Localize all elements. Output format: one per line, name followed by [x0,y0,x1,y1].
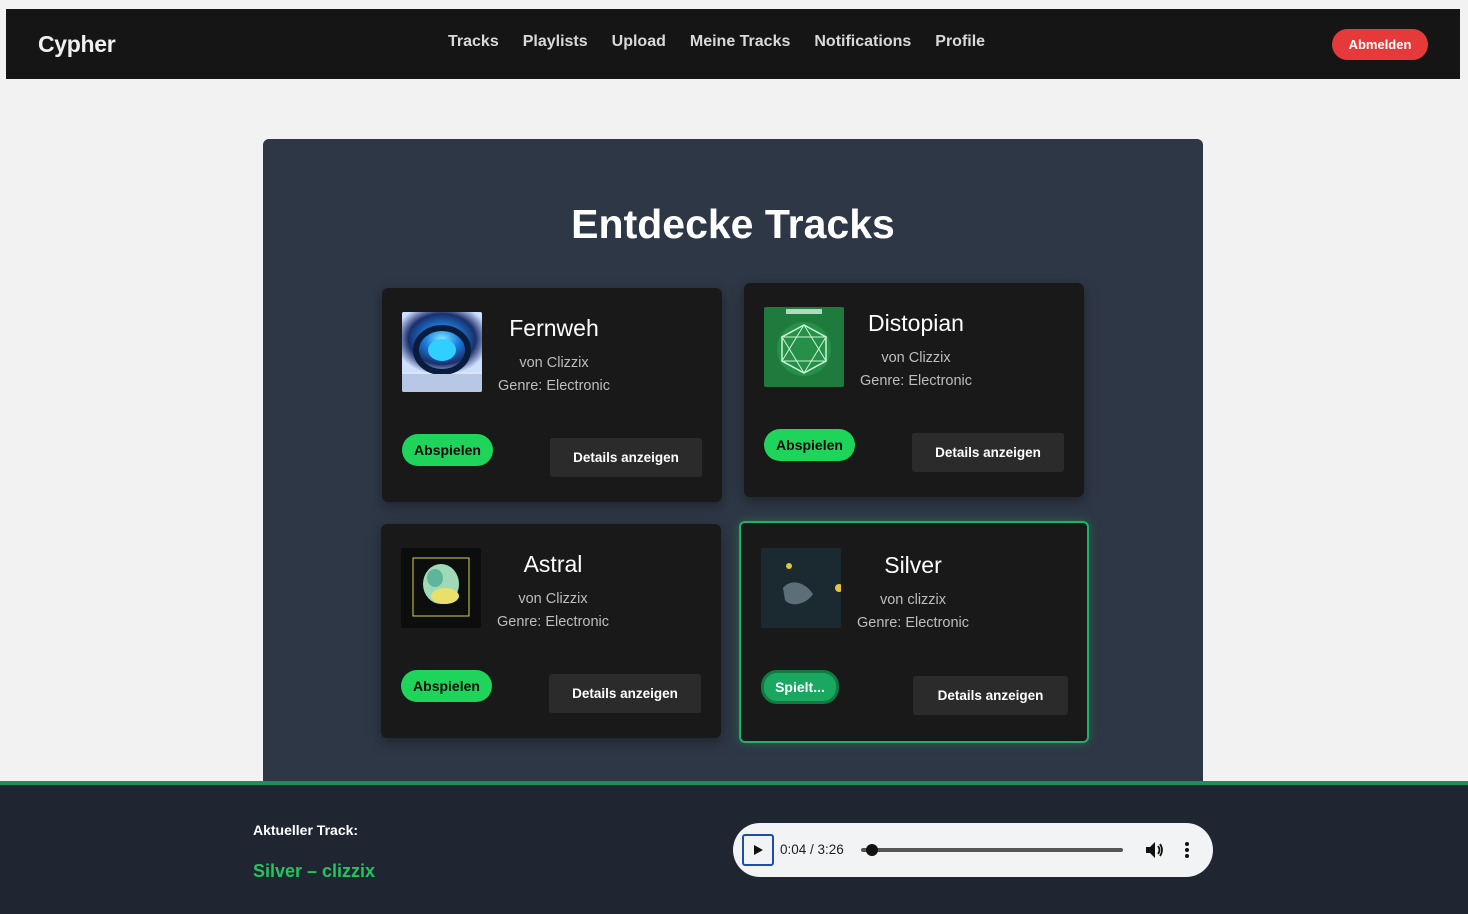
details-button[interactable]: Details anzeigen [913,676,1068,715]
brand-logo[interactable]: Cypher [38,31,116,58]
track-genre: Genre: Electronic [859,373,973,389]
seek-slider[interactable] [861,844,1123,856]
current-track-name: Silver – clizzix [253,861,376,881]
track-artist: von Clizzix [881,350,951,366]
tracks-panel: Entdecke Tracks Fernweh von Clizzix Genr… [263,139,1203,799]
track-card: Astral von Clizzix Genre: Electronic Abs… [381,524,721,738]
details-button[interactable]: Details anzeigen [549,674,701,713]
track-title: Silver [884,552,942,578]
audio-player: 0:04 / 3:26 [733,823,1213,877]
nav-link-tracks[interactable]: Tracks [448,33,499,51]
track-card: Fernweh von Clizzix Genre: Electronic Ab… [382,288,722,502]
nav-links: Tracks Playlists Upload Meine Tracks Not… [448,33,985,51]
play-icon [754,845,763,855]
volume-icon[interactable] [1143,839,1165,861]
current-track-label: Aktueller Track: [253,822,359,838]
play-button[interactable]: Abspielen [764,429,855,461]
play-button[interactable]: Abspielen [402,434,493,466]
track-artist: von Clizzix [519,355,589,371]
track-genre: Genre: Electronic [497,378,611,394]
cover-art-distopian [764,307,844,387]
nav-link-profile[interactable]: Profile [935,33,985,51]
track-title: Fernweh [509,315,599,341]
nav-link-meine-tracks[interactable]: Meine Tracks [690,33,791,51]
playing-button[interactable]: Spielt... [761,670,839,704]
track-card-active: Silver von clizzix Genre: Electronic Spi… [739,521,1089,743]
play-pause-button[interactable] [742,834,774,866]
nav-link-playlists[interactable]: Playlists [523,33,588,51]
track-title: Astral [523,551,583,577]
cover-art-fernweh [402,312,482,392]
cover-art-silver [761,548,841,628]
page-title: Entdecke Tracks [571,201,895,247]
nav-link-upload[interactable]: Upload [612,33,666,51]
more-options-icon[interactable] [1179,839,1195,861]
details-button[interactable]: Details anzeigen [550,438,702,477]
track-genre: Genre: Electronic [856,615,970,631]
cover-art-astral [401,548,481,628]
nav-link-notifications[interactable]: Notifications [814,33,911,51]
details-button[interactable]: Details anzeigen [912,433,1064,472]
track-title: Distopian [868,310,964,336]
time-display: 0:04 / 3:26 [780,842,844,857]
top-navbar: Cypher Tracks Playlists Upload Meine Tra… [6,9,1460,79]
now-playing-bar: Aktueller Track: Silver – clizzix 0:04 /… [0,781,1468,914]
play-button[interactable]: Abspielen [401,670,492,702]
seek-thumb[interactable] [866,844,879,856]
track-card: Distopian von Clizzix Genre: Electronic … [744,283,1084,497]
track-artist: von clizzix [879,592,947,608]
track-genre: Genre: Electronic [496,614,610,630]
track-artist: von Clizzix [518,591,588,607]
logout-button[interactable]: Abmelden [1332,29,1428,60]
